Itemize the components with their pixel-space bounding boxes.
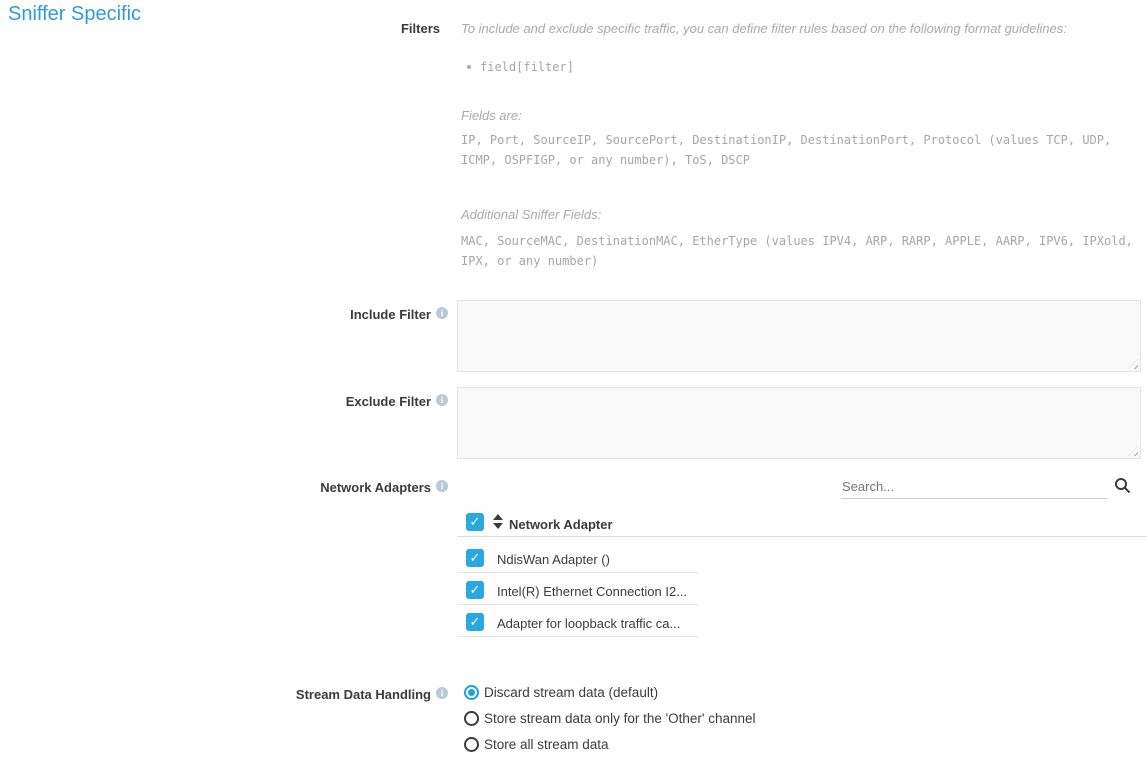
filter-format-item: field[filter] [467,60,574,74]
adapter-column-header[interactable]: Network Adapter [509,517,613,532]
adapter-checkbox[interactable] [466,549,484,567]
adapter-search [841,476,1131,500]
radio-icon[interactable] [464,711,479,726]
adapter-checkbox[interactable] [466,581,484,599]
exclude-filter-label: Exclude Filter [346,394,431,409]
info-icon[interactable] [436,687,448,699]
filters-label-row: Filters [0,21,440,36]
sort-icon[interactable] [492,514,503,529]
adapter-row-name: Intel(R) Ethernet Connection I2... [497,584,687,599]
info-icon[interactable] [436,394,448,406]
additional-fields-heading: Additional Sniffer Fields: [461,207,1145,222]
radio-icon[interactable] [464,737,479,752]
info-icon[interactable] [436,480,448,492]
row-divider [457,636,698,637]
fields-heading: Fields are: [461,108,1145,123]
filters-label: Filters [401,21,440,36]
info-icon[interactable] [436,307,448,319]
include-filter-label: Include Filter [350,307,431,322]
network-adapters-label: Network Adapters [320,480,431,495]
radio-option-discard[interactable]: Discard stream data (default) [464,685,658,700]
radio-option-store-other[interactable]: Store stream data only for the 'Other' c… [464,711,756,726]
search-input[interactable] [841,476,1108,499]
filters-intro: To include and exclude specific traffic,… [461,21,1145,36]
exclude-filter-field-wrap [457,387,1141,459]
select-all-checkbox[interactable] [466,513,484,531]
radio-icon[interactable] [464,685,479,700]
stream-data-handling-label-row: Stream Data Handling [0,687,448,702]
additional-fields-list: MAC, SourceMAC, DestinationMAC, EtherTyp… [461,231,1147,271]
exclude-filter-label-row: Exclude Filter [0,394,448,409]
fields-list: IP, Port, SourceIP, SourcePort, Destinat… [461,130,1147,170]
network-adapters-label-row: Network Adapters [0,480,448,495]
filter-format-example: field[filter] [480,60,574,74]
search-icon[interactable] [1114,477,1131,494]
adapter-row-name: Adapter for loopback traffic ca... [497,616,680,631]
row-divider [457,572,698,573]
sniffer-specific-page: Sniffer Specific Filters To include and … [0,0,1147,760]
row-divider [457,604,698,605]
radio-option-store-all[interactable]: Store all stream data [464,737,609,752]
adapter-checkbox[interactable] [466,613,484,631]
stream-data-handling-label: Stream Data Handling [296,687,431,702]
table-header-divider [457,536,1147,537]
exclude-filter-input[interactable] [457,387,1141,459]
radio-option-label: Discard stream data (default) [484,685,658,700]
radio-option-label: Store stream data only for the 'Other' c… [484,711,756,726]
include-filter-label-row: Include Filter [0,307,448,322]
adapter-row-name: NdisWan Adapter () [497,552,610,567]
bullet-icon [467,65,471,69]
include-filter-input[interactable] [457,300,1141,372]
include-filter-field-wrap [457,300,1141,372]
radio-option-label: Store all stream data [484,737,609,752]
